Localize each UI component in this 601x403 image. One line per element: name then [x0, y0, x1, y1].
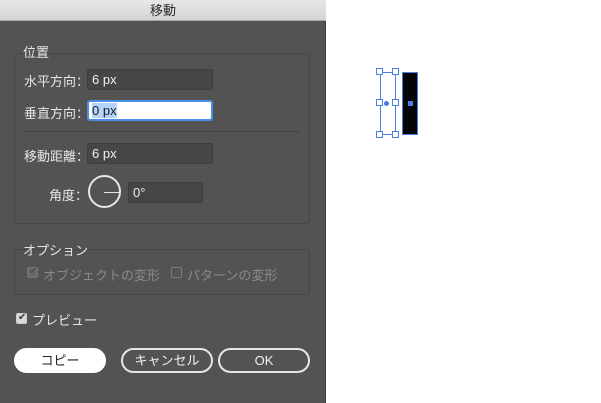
transform-patterns-checkbox[interactable] — [171, 267, 182, 278]
move-dialog: 移動 位置 水平方向： 6 px 垂直方向： 0 px 移動距離： 6 px 角… — [0, 0, 326, 403]
position-group-label: 位置 — [23, 45, 50, 60]
bounding-box-handle[interactable] — [376, 68, 383, 75]
angle-input[interactable]: 0° — [128, 182, 203, 203]
transform-patterns-label: パターンの変形 — [187, 268, 278, 283]
distance-label: 移動距離： — [24, 149, 90, 164]
options-group-label: オプション — [23, 243, 89, 258]
distance-input[interactable]: 6 px — [87, 143, 213, 164]
center-point — [384, 101, 389, 106]
black-rectangle-preview[interactable] — [402, 72, 418, 135]
anchor-point — [408, 101, 413, 106]
angle-dial[interactable] — [88, 175, 121, 208]
copy-button[interactable]: コピー — [14, 348, 106, 373]
transform-objects-label: オブジェクトの変形 — [43, 268, 161, 283]
bounding-box-handle[interactable] — [376, 99, 383, 106]
vertical-input-text: 0 px — [92, 103, 117, 118]
dialog-title: 移動 — [0, 0, 326, 21]
position-divider — [24, 131, 300, 132]
app-stage: 移動 位置 水平方向： 6 px 垂直方向： 0 px 移動距離： 6 px 角… — [0, 0, 601, 403]
vertical-label: 垂直方向： — [24, 106, 90, 121]
bounding-box-handle[interactable] — [392, 131, 399, 138]
preview-checkbox[interactable]: ✔ — [16, 312, 27, 324]
horizontal-label: 水平方向： — [24, 74, 90, 89]
preview-label: プレビュー — [32, 313, 98, 328]
cancel-button[interactable]: キャンセル — [121, 348, 213, 373]
bounding-box-handle[interactable] — [392, 68, 399, 75]
transform-objects-checkbox[interactable]: ✔ — [27, 266, 38, 278]
bounding-box-handle[interactable] — [376, 131, 383, 138]
vertical-input[interactable]: 0 px — [87, 100, 213, 121]
check-icon: ✔ — [18, 312, 27, 323]
check-icon: ✔ — [29, 266, 38, 277]
horizontal-input[interactable]: 6 px — [87, 69, 213, 90]
angle-dial-hand — [104, 191, 120, 193]
ok-button[interactable]: OK — [218, 348, 310, 373]
bounding-box-handle[interactable] — [392, 99, 399, 106]
angle-label: 角度： — [49, 188, 89, 203]
